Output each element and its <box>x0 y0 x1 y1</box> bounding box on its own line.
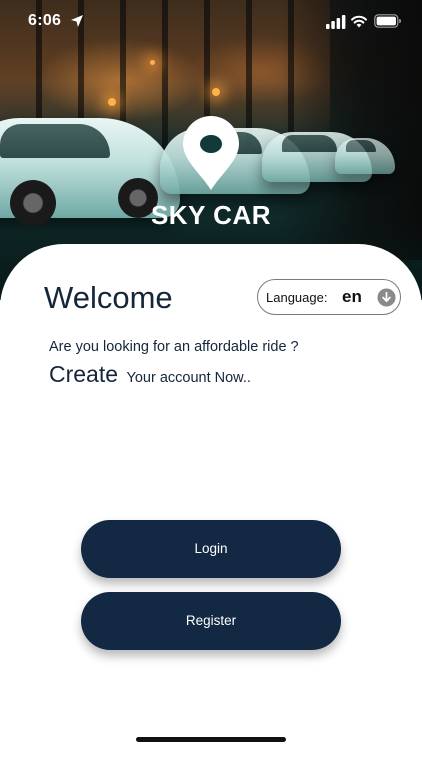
login-button[interactable]: Login <box>81 520 341 578</box>
battery-icon <box>374 14 401 28</box>
status-time: 6:06 <box>28 12 62 29</box>
language-value: en <box>342 287 362 306</box>
home-indicator[interactable] <box>136 737 286 742</box>
tagline-text: Are you looking for an affordable ride ? <box>49 339 299 355</box>
arrow-down-circle-icon <box>377 288 396 307</box>
hero-light <box>212 88 220 96</box>
hero-light <box>108 98 116 106</box>
hero-light <box>150 60 155 65</box>
map-pin-icon <box>183 116 239 190</box>
content-sheet <box>0 244 422 764</box>
language-label: Language: <box>266 290 328 305</box>
create-word: Create <box>49 361 119 387</box>
brand-name: SKY CAR <box>150 200 272 230</box>
register-button[interactable]: Register <box>81 592 341 650</box>
cellular-signal-icon <box>326 15 346 29</box>
language-selector[interactable]: Language: en <box>257 279 401 315</box>
create-account-text: Your account Now.. <box>126 370 251 386</box>
create-account-prompt: Create Your account Now.. <box>49 361 251 388</box>
location-arrow-icon <box>71 15 83 27</box>
welcome-title: Welcome <box>44 280 173 315</box>
status-bar: 6:06 <box>0 0 422 44</box>
wifi-icon <box>351 15 367 28</box>
